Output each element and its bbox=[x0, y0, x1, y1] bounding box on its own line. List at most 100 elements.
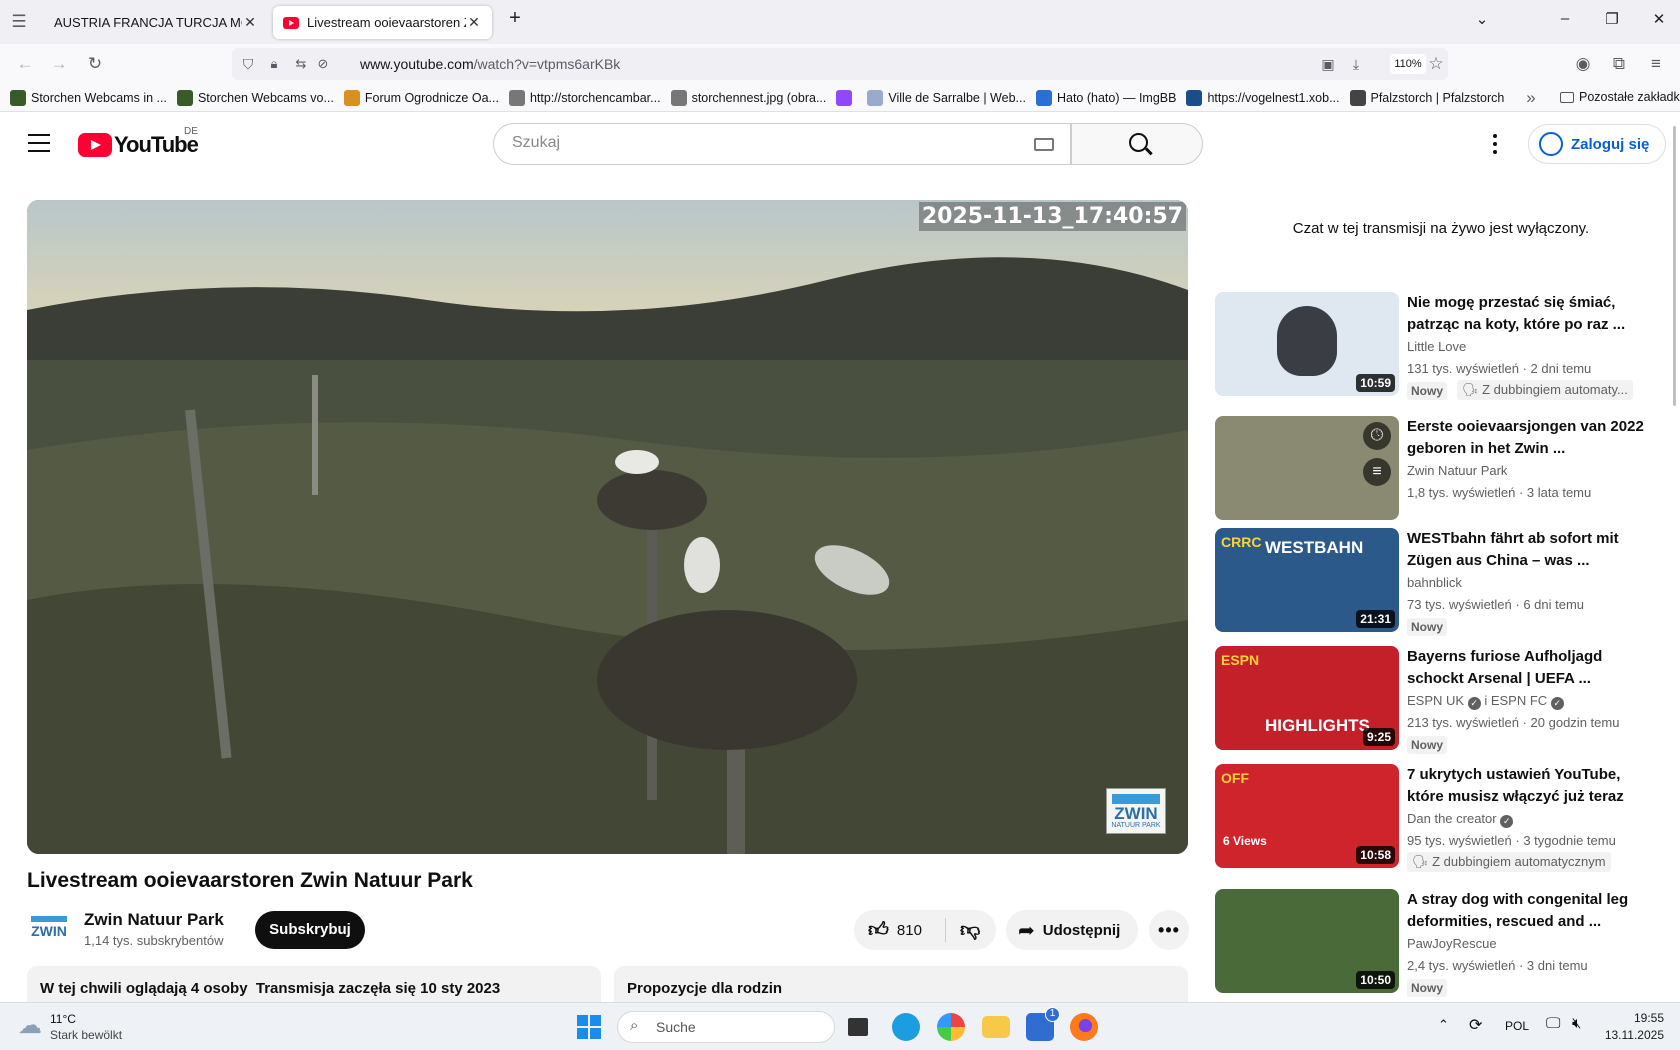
back-icon[interactable]: ← bbox=[14, 53, 36, 75]
add-to-queue-icon[interactable]: ≡ bbox=[1363, 458, 1391, 486]
search-button[interactable] bbox=[1071, 123, 1203, 165]
recommendation-item[interactable]: 10:50 A stray dog with congenital leg def… bbox=[1215, 889, 1655, 997]
scrollbar[interactable] bbox=[1673, 126, 1676, 406]
recommendation-title[interactable]: A stray dog with congenital leg deformit… bbox=[1407, 889, 1647, 933]
chevron-up-icon[interactable]: ⌃ bbox=[1438, 1017, 1449, 1033]
edge-icon[interactable] bbox=[892, 1013, 920, 1041]
zoom-level[interactable]: 110% bbox=[1390, 54, 1426, 74]
search-input[interactable] bbox=[512, 134, 1012, 152]
task-view-icon[interactable] bbox=[848, 1018, 868, 1036]
close-icon[interactable]: ✕ bbox=[466, 14, 482, 31]
like-button[interactable]: 👍︎ 810 bbox=[854, 918, 946, 942]
chevron-right-icon[interactable]: » bbox=[1520, 87, 1542, 109]
autoplay-blocked-icon[interactable]: ⊘ bbox=[312, 53, 334, 75]
bookmark-item[interactable]: https://vogelnest1.xob... bbox=[1186, 89, 1340, 106]
recommendation-item[interactable]: 10:59 Nie mogę przestać się śmiać, patrzą… bbox=[1215, 292, 1655, 400]
extensions-icon[interactable]: ⧉ bbox=[1608, 53, 1630, 75]
description-box[interactable]: W tej chwili oglądają 4 osoby Transmisja… bbox=[27, 966, 601, 1006]
star-icon[interactable]: ☆ bbox=[1425, 53, 1447, 75]
account-icon[interactable]: ◉ bbox=[1572, 53, 1594, 75]
recommendation-channel[interactable]: Dan the creator ✓ bbox=[1407, 811, 1514, 828]
bookmark-item[interactable]: Storchen Webcams vo... bbox=[176, 89, 334, 106]
youtube-logo[interactable]: YouTube bbox=[78, 132, 199, 158]
bookmark-item[interactable]: Pfalzstorch | Pfalzstorch bbox=[1349, 89, 1504, 106]
recommendation-channel[interactable]: PawJoyRescue bbox=[1407, 936, 1497, 951]
lock-icon[interactable]: 🔒︎ bbox=[263, 53, 285, 75]
bookmark-item[interactable]: Hato (hato) — ImgBB bbox=[1035, 89, 1176, 106]
shield-icon[interactable]: ⛉ bbox=[237, 53, 259, 75]
recommendation-title[interactable]: 7 ukrytych ustawień YouTube, które musis… bbox=[1407, 764, 1647, 808]
recommendation-item[interactable]: OFF 6 Views 10:58 7 ukrytych ustawień YouTu… bbox=[1215, 764, 1655, 872]
menu-icon[interactable]: ≡ bbox=[1645, 53, 1667, 75]
close-icon[interactable]: ✕ bbox=[242, 14, 258, 31]
video-player[interactable]: 2025-11-13_17:40:57 ZWIN NATUUR PARK bbox=[27, 200, 1188, 854]
other-bookmarks[interactable]: Pozostałe zakładki bbox=[1560, 90, 1680, 104]
url-bar[interactable]: ⛉ 🔒︎ ⇆ ⊘ www.youtube.com/watch?v=vtpms6a… bbox=[232, 48, 1448, 80]
more-options-icon[interactable] bbox=[1491, 134, 1499, 156]
window-close-icon[interactable]: ✕ bbox=[1647, 10, 1671, 28]
tab-livestream[interactable]: Livestream ooievaarstoren Zwin ✕ bbox=[273, 6, 492, 39]
channel-name[interactable]: Zwin Natuur Park bbox=[84, 910, 224, 930]
tab-austria[interactable]: AUSTRIA FRANCJA TURCJA MONTE ✕ bbox=[44, 6, 268, 39]
bookmark-favicon-icon bbox=[836, 89, 853, 106]
file-explorer-icon[interactable] bbox=[982, 1016, 1010, 1038]
new-tab-button[interactable]: + bbox=[503, 7, 527, 30]
bookmark-item[interactable]: Storchen Webcams in ... bbox=[10, 89, 167, 106]
firefox-icon[interactable] bbox=[1070, 1013, 1098, 1041]
video-thumbnail[interactable]: 10:50 bbox=[1215, 889, 1399, 993]
language-indicator[interactable]: POL bbox=[1505, 1019, 1529, 1033]
recommendation-channel[interactable]: Zwin Natuur Park bbox=[1407, 463, 1507, 478]
keyboard-icon[interactable] bbox=[1034, 138, 1054, 151]
tab-list-icon[interactable]: ☰ bbox=[8, 11, 30, 33]
subscribe-button[interactable]: Subskrybuj bbox=[255, 911, 365, 949]
bookmark-item[interactable]: Forum Ogrodnicze Oa... bbox=[343, 89, 499, 106]
volume-muted-icon[interactable]: 🔇︎ bbox=[1572, 1015, 1581, 1032]
video-thumbnail[interactable]: 🕓︎ ≡ bbox=[1215, 416, 1399, 520]
bookmark-item[interactable]: http://storchencambar... bbox=[508, 89, 661, 106]
family-suggestions-box[interactable]: Propozycje dla rodzin bbox=[614, 966, 1188, 1006]
system-clock[interactable]: 19:55 13.11.2025 bbox=[1605, 1010, 1664, 1044]
weather-widget[interactable]: ☁ 11°C Stark bewölkt bbox=[18, 1011, 122, 1043]
video-thumbnail[interactable]: CRRC WESTBAHN 21:31 bbox=[1215, 528, 1399, 632]
more-actions-button[interactable]: ••• bbox=[1149, 910, 1189, 950]
store-icon[interactable]: 1 bbox=[1026, 1007, 1060, 1041]
video-thumbnail[interactable]: 10:59 bbox=[1215, 292, 1399, 396]
recommendation-item[interactable]: 🕓︎ ≡ Eerste ooievaarsjongen van 2022 gebor… bbox=[1215, 416, 1655, 522]
taskbar-search[interactable]: ⌕ Suche bbox=[617, 1011, 835, 1043]
maximize-icon[interactable]: ❐ bbox=[1600, 10, 1624, 28]
download-icon[interactable]: ⤓ bbox=[1345, 53, 1367, 75]
video-thumbnail[interactable]: ESPN HIGHLIGHTS 9:25 bbox=[1215, 646, 1399, 750]
windows-start-icon[interactable] bbox=[577, 1015, 601, 1039]
network-icon[interactable]: 🖵︎ bbox=[1546, 1015, 1560, 1032]
recommendation-channel[interactable]: ESPN UK ✓ i ESPN FC ✓ bbox=[1407, 693, 1564, 710]
watch-later-icon[interactable]: 🕓︎ bbox=[1363, 422, 1391, 450]
recommendation-channel[interactable]: Little Love bbox=[1407, 339, 1466, 354]
forward-icon[interactable]: → bbox=[48, 53, 70, 75]
video-thumbnail[interactable]: OFF 6 Views 10:58 bbox=[1215, 764, 1399, 868]
bookmark-label: Storchen Webcams vo... bbox=[197, 90, 334, 105]
url-text[interactable]: www.youtube.com/watch?v=vtpms6arKBk bbox=[360, 56, 620, 72]
sync-icon[interactable]: ⟳ bbox=[1469, 1015, 1482, 1035]
recommendation-channel[interactable]: bahnblick bbox=[1407, 575, 1462, 590]
recommendation-item[interactable]: CRRC WESTBAHN 21:31 WESTbahn fährt ab sofor… bbox=[1215, 528, 1655, 636]
chevron-down-icon[interactable]: ⌄ bbox=[1470, 10, 1494, 28]
hamburger-menu-icon[interactable] bbox=[28, 134, 50, 152]
dislike-button[interactable]: 👎︎ bbox=[946, 918, 980, 942]
recommendation-title[interactable]: Nie mogę przestać się śmiać, patrząc na … bbox=[1407, 292, 1647, 336]
minimize-icon[interactable]: – bbox=[1553, 10, 1577, 27]
photos-icon[interactable] bbox=[937, 1013, 965, 1041]
recommendation-title[interactable]: Eerste ooievaarsjongen van 2022 geboren … bbox=[1407, 416, 1647, 460]
bookmark-item[interactable]: Ville de Sarralbe | Web... bbox=[867, 89, 1026, 106]
permissions-icon[interactable]: ⇆ bbox=[290, 53, 312, 75]
picture-icon[interactable]: ▣ bbox=[1317, 53, 1339, 75]
bookmark-item[interactable]: storchennest.jpg (obra... bbox=[670, 89, 826, 106]
recommendation-title[interactable]: Bayerns furiose Aufholjagd schockt Arsen… bbox=[1407, 646, 1647, 690]
recommendation-title[interactable]: WESTbahn fährt ab sofort mit Zügen aus C… bbox=[1407, 528, 1647, 572]
signin-button[interactable]: Zaloguj się bbox=[1528, 124, 1666, 164]
bookmark-item[interactable] bbox=[836, 89, 857, 106]
reload-icon[interactable]: ↻ bbox=[84, 53, 106, 75]
share-button[interactable]: ➦ Udostępnij bbox=[1006, 910, 1138, 950]
recommendation-item[interactable]: ESPN HIGHLIGHTS 9:25 Bayerns furiose Aufhol… bbox=[1215, 646, 1655, 754]
channel-avatar[interactable]: ZWIN bbox=[27, 910, 71, 950]
video-duration: 10:50 bbox=[1356, 971, 1395, 989]
